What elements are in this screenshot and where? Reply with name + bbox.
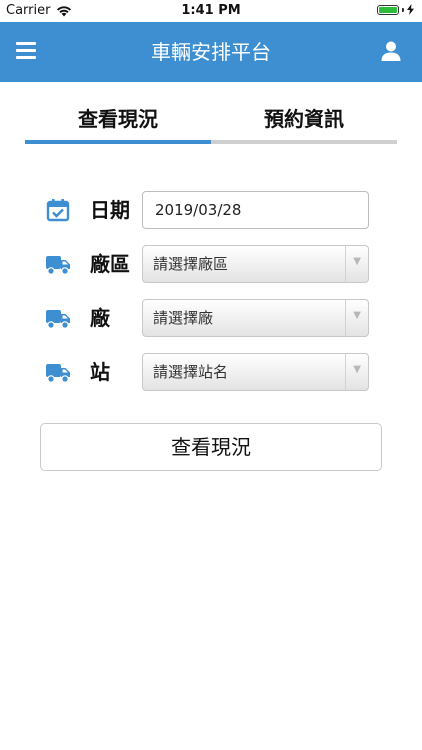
user-icon[interactable] (380, 40, 402, 62)
page-title: 車輛安排平台 (151, 40, 271, 64)
battery-icon (377, 4, 399, 15)
factory-select-value: 請選擇廠 (153, 309, 214, 327)
view-status-button[interactable]: 查看現況 (40, 423, 382, 471)
truck-icon (46, 256, 70, 275)
status-bar: Carrier 1:41 PM (0, 0, 422, 22)
dropdown-arrow-icon: ▼ (353, 364, 361, 375)
tab-bar: 查看現況 預約資訊 (25, 100, 397, 144)
nav-bar: 車輛安排平台 (0, 22, 422, 82)
inactive-tab-indicator (211, 140, 397, 144)
factory-select[interactable]: 請選擇廠 ▼ (142, 299, 369, 337)
dropdown-arrow-icon: ▼ (353, 310, 361, 321)
date-label: 日期 (90, 198, 130, 222)
status-time: 1:41 PM (181, 3, 241, 18)
station-row: 站 請選擇站名 ▼ (45, 353, 375, 391)
factory-label: 廠 (90, 306, 110, 330)
tab-current-status[interactable]: 查看現況 (25, 100, 211, 140)
tab-reservation-info[interactable]: 預約資訊 (211, 100, 397, 140)
station-select[interactable]: 請選擇站名 ▼ (142, 353, 369, 391)
station-label: 站 (90, 360, 110, 384)
date-row: 日期 2019/03/28 (45, 191, 375, 229)
dropdown-arrow-icon: ▼ (353, 256, 361, 267)
active-tab-indicator (25, 140, 211, 144)
station-select-value: 請選擇站名 (153, 363, 229, 381)
battery-area (377, 4, 414, 15)
date-field[interactable]: 2019/03/28 (142, 191, 369, 229)
area-select[interactable]: 請選擇廠區 ▼ (142, 245, 369, 283)
area-row: 廠區 請選擇廠區 ▼ (45, 245, 375, 283)
charging-bolt-icon (407, 4, 414, 15)
area-label: 廠區 (90, 252, 130, 276)
truck-icon (46, 310, 70, 329)
truck-icon (46, 364, 70, 383)
calendar-check-icon (46, 199, 70, 222)
area-select-value: 請選擇廠區 (153, 255, 229, 273)
factory-row: 廠 請選擇廠 ▼ (45, 299, 375, 337)
